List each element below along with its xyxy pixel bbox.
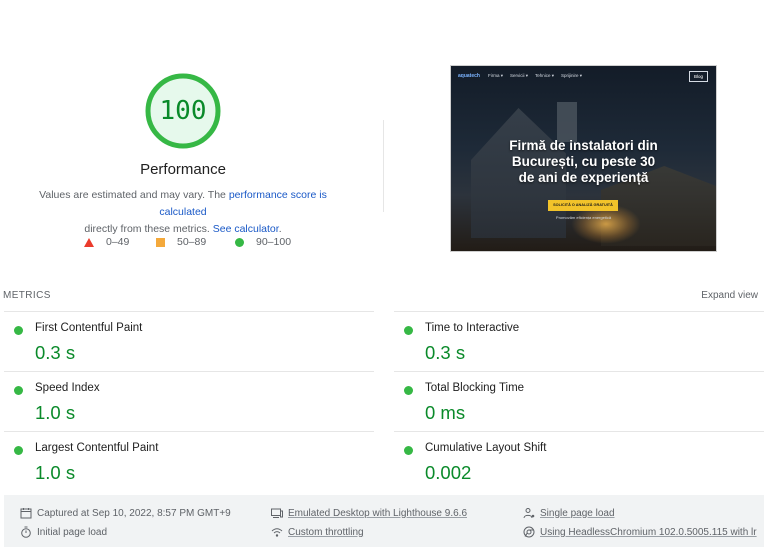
- divider: [394, 371, 764, 372]
- divider: [394, 431, 764, 432]
- pass-circle-icon: [14, 326, 23, 335]
- metric-value: 0.3 s: [425, 342, 466, 363]
- initial-load-text: Initial page load: [37, 526, 108, 538]
- person-icon: [523, 507, 535, 519]
- metric-cumulative-layout-shift: Cumulative Layout Shift 0.002: [393, 437, 753, 497]
- metric-first-contentful-paint: First Contentful Paint 0.3 s: [3, 317, 363, 377]
- chimney-silhouette: [557, 102, 577, 142]
- screenshot-menu-item: Firma ▾: [487, 73, 503, 78]
- legend-item-fail: 0–49: [84, 234, 129, 250]
- metric-label: Largest Contentful Paint: [35, 442, 159, 454]
- headline-line: de ani de experiență: [518, 170, 649, 185]
- divider: [4, 311, 374, 312]
- expand-view-toggle[interactable]: Expand view: [701, 290, 758, 301]
- metric-value: 0.002: [425, 462, 472, 483]
- timer-icon: [20, 526, 32, 538]
- metric-speed-index: Speed Index 1.0 s: [3, 377, 363, 437]
- pass-circle-icon: [404, 326, 413, 335]
- screenshot-subtext: Promovăm eficiența energetică: [555, 215, 612, 220]
- legend-label: 50–89: [177, 236, 207, 248]
- metrics-header: METRICS: [3, 290, 51, 301]
- metric-value: 0 ms: [425, 402, 466, 423]
- triangle-icon: [84, 237, 94, 247]
- metric-label: Speed Index: [35, 382, 100, 394]
- metric-value: 1.0 s: [35, 402, 76, 423]
- score-value: 100: [159, 96, 207, 126]
- legend-item-average: 50–89: [156, 234, 206, 250]
- screenshot-menu-item: Tehnice ▾: [534, 73, 555, 78]
- screenshot-headline: Firmă de instalatori din București, cu p…: [451, 138, 716, 186]
- throttling-text[interactable]: Custom throttling: [288, 527, 364, 538]
- divider: [394, 311, 764, 312]
- screenshot-cta-button: SOLICITĂ O ANALIZĂ GRATUITĂ: [548, 200, 618, 211]
- screenshot-navbar: aquatech Firma ▾ Servicii ▾ Tehnice ▾ Sp…: [451, 66, 716, 86]
- square-icon: [156, 237, 165, 247]
- screenshot-nav-button: Blog: [688, 71, 708, 82]
- section-divider: [383, 120, 384, 212]
- score-title: Performance: [140, 161, 226, 178]
- score-description: Values are estimated and may vary. The p…: [20, 187, 346, 238]
- pass-circle-icon: [404, 386, 413, 395]
- metric-value: 0.3 s: [35, 342, 76, 363]
- browser-info[interactable]: Using HeadlessChromium 102.0.5005.115 wi…: [523, 525, 757, 539]
- divider: [4, 431, 374, 432]
- emulated-text[interactable]: Emulated Desktop with Lighthouse 9.6.6: [288, 508, 467, 519]
- screenshot-logo: aquatech: [458, 73, 480, 79]
- throttling-info[interactable]: Custom throttling: [271, 525, 364, 539]
- pass-circle-icon: [404, 446, 413, 455]
- score-legend: 0–49 50–89 90–100: [0, 234, 366, 250]
- single-page-load[interactable]: Single page load: [523, 506, 615, 520]
- pass-circle-icon: [14, 446, 23, 455]
- screenshot-menu-item: Servicii ▾: [509, 73, 528, 78]
- headline-line: Firmă de instalatori din: [509, 138, 658, 153]
- captured-text: Captured at Sep 10, 2022, 8:57 PM GMT+9: [37, 507, 231, 519]
- divider: [4, 371, 374, 372]
- performance-score-gauge: 100: [144, 72, 222, 150]
- emulated-device[interactable]: Emulated Desktop with Lighthouse 9.6.6: [271, 506, 467, 520]
- legend-label: 90–100: [256, 236, 292, 248]
- legend-item-pass: 90–100: [235, 234, 291, 250]
- pass-circle-icon: [14, 386, 23, 395]
- run-info-footer: Captured at Sep 10, 2022, 8:57 PM GMT+9 …: [4, 495, 764, 547]
- calendar-icon: [20, 507, 32, 519]
- metric-label: Time to Interactive: [425, 322, 520, 334]
- desktop-icon: [271, 507, 283, 519]
- initial-page-load: Initial page load: [20, 525, 107, 539]
- chrome-icon: [523, 526, 535, 538]
- captured-at: Captured at Sep 10, 2022, 8:57 PM GMT+9: [20, 506, 231, 520]
- metric-label: Cumulative Layout Shift: [425, 442, 547, 454]
- metric-label: Total Blocking Time: [425, 382, 525, 394]
- final-screenshot[interactable]: aquatech Firma ▾ Servicii ▾ Tehnice ▾ Sp…: [450, 65, 717, 252]
- metric-largest-contentful-paint: Largest Contentful Paint 1.0 s: [3, 437, 363, 497]
- description-text: Values are estimated and may vary. The: [39, 189, 229, 201]
- screenshot-menu-item: Sprijinire ▾: [561, 73, 583, 78]
- wifi-icon: [271, 526, 283, 538]
- metric-value: 1.0 s: [35, 462, 76, 483]
- legend-label: 0–49: [106, 236, 130, 248]
- single-page-text[interactable]: Single page load: [540, 508, 615, 519]
- headline-line: București, cu peste 30: [511, 154, 656, 169]
- metric-time-to-interactive: Time to Interactive 0.3 s: [393, 317, 753, 377]
- circle-icon: [235, 237, 244, 247]
- metric-label: First Contentful Paint: [35, 322, 143, 334]
- metric-total-blocking-time: Total Blocking Time 0 ms: [393, 377, 753, 437]
- browser-text[interactable]: Using HeadlessChromium 102.0.5005.115 wi…: [540, 527, 757, 538]
